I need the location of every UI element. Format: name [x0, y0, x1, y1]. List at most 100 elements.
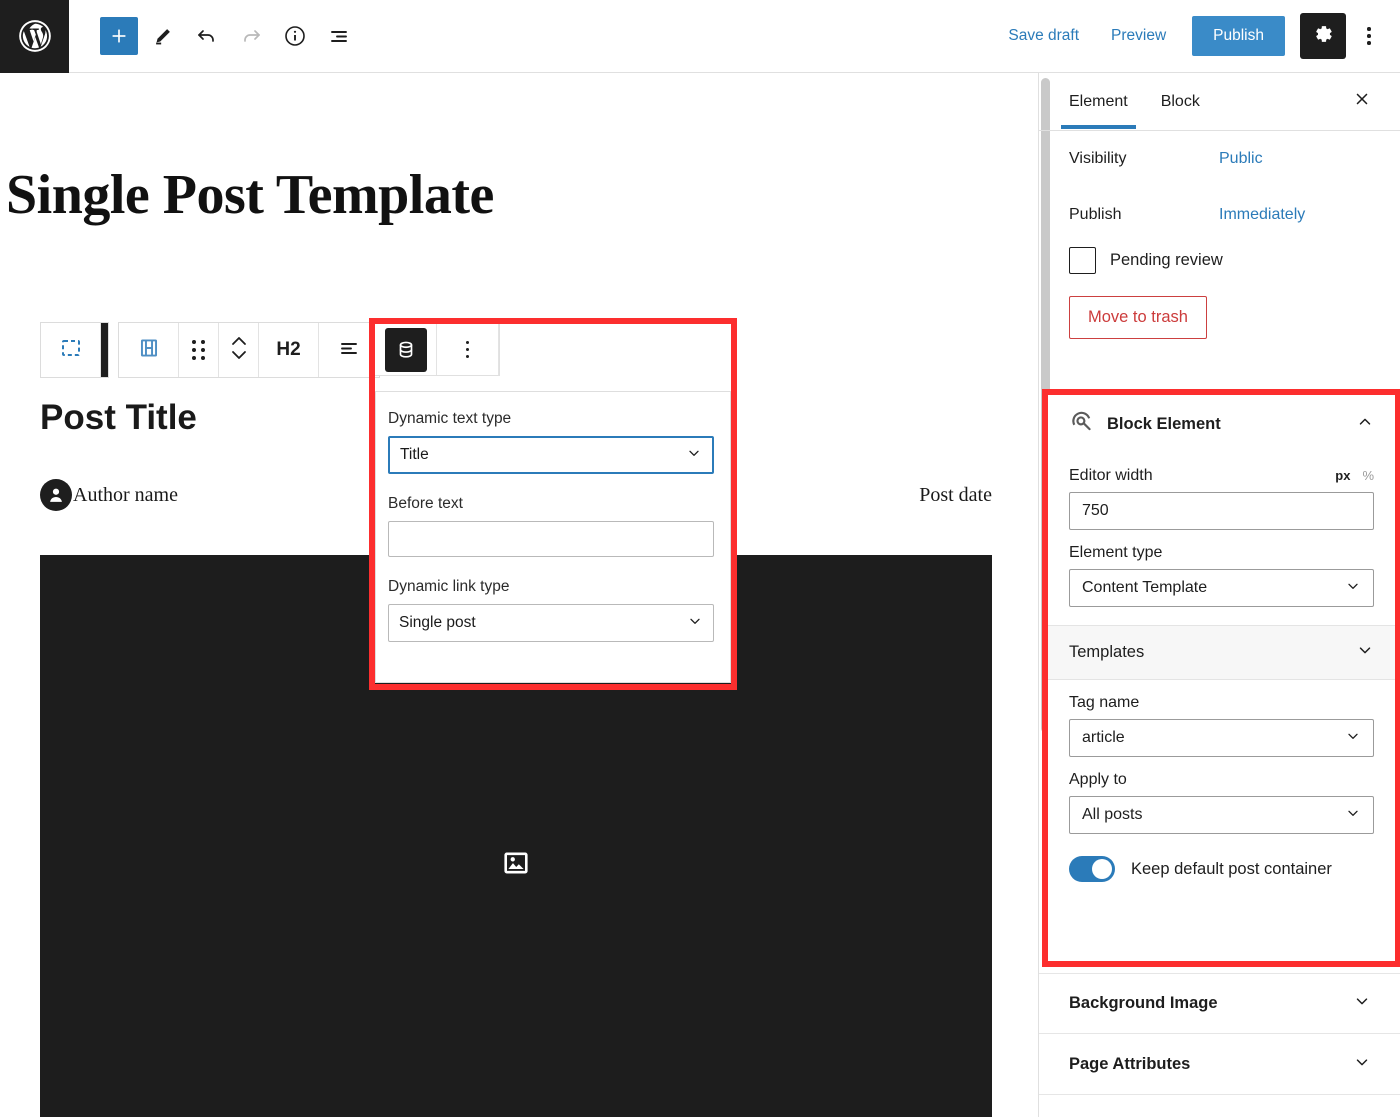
preview-button[interactable]: Preview [1095, 18, 1182, 54]
post-author: Author name [40, 479, 178, 511]
before-text-input[interactable] [388, 521, 714, 557]
settings-button[interactable] [1300, 13, 1346, 59]
pending-review-checkbox[interactable] [1069, 247, 1096, 274]
list-view-button[interactable] [320, 17, 358, 55]
top-bar-right-tools: Save draft Preview Publish [992, 13, 1400, 59]
heading-level-button[interactable]: H2 [259, 323, 319, 377]
editor-width-label: Editor width [1069, 467, 1153, 484]
info-circle-icon [283, 24, 307, 48]
unit-px-button[interactable]: px [1335, 468, 1350, 483]
editor-width-input[interactable] [1069, 492, 1374, 530]
tab-block[interactable]: Block [1161, 76, 1200, 128]
templates-label: Templates [1069, 643, 1145, 661]
plus-icon [108, 25, 130, 47]
tab-element[interactable]: Element [1061, 76, 1136, 129]
dynamic-link-type-label: Dynamic link type [388, 578, 510, 595]
before-text-label: Before text [388, 495, 463, 512]
image-placeholder-icon [503, 850, 529, 881]
toolbar-group-parent [40, 322, 109, 378]
move-up-down-icon [228, 331, 250, 370]
publish-label: Publish [1069, 206, 1122, 223]
tag-name-select[interactable]: article [1069, 719, 1374, 757]
top-bar-left-tools [69, 17, 358, 55]
sidebar-tabs: Element Block [1039, 73, 1400, 131]
gear-icon [1311, 22, 1335, 51]
chevron-down-icon [1353, 1053, 1371, 1076]
save-draft-button[interactable]: Save draft [992, 18, 1095, 54]
editor-canvas: Single Post Template H2 Post Title Autho… [0, 73, 1038, 1117]
block-element-panel: Block Element Editor width px % Element … [1048, 395, 1395, 961]
publish-row: Publish Immediately [1039, 187, 1400, 243]
select-parent-icon [59, 336, 83, 365]
visibility-value[interactable]: Public [1219, 150, 1263, 168]
background-image-label: Background Image [1069, 994, 1218, 1012]
page-attributes-accordion[interactable]: Page Attributes [1039, 1034, 1400, 1095]
tag-name-label: Tag name [1069, 694, 1140, 711]
wordpress-block-editor: Save draft Preview Publish Single Post T… [0, 0, 1400, 1117]
dynamic-link-type-select[interactable]: Single post [388, 604, 714, 642]
undo-button[interactable] [188, 17, 226, 55]
heading-h-icon [136, 335, 162, 366]
unit-toggle: px % [1335, 468, 1374, 483]
background-image-accordion[interactable]: Background Image [1039, 973, 1400, 1034]
block-toolbar: H2 [40, 322, 380, 378]
page-title[interactable]: Single Post Template [6, 163, 494, 227]
dynamic-link-type-value: Single post [399, 614, 476, 631]
templates-accordion[interactable]: Templates [1048, 625, 1395, 680]
settings-sidebar: Element Block Visibility Public Publish … [1038, 73, 1400, 1117]
generateblocks-logo-icon [1069, 409, 1095, 440]
database-icon [384, 327, 427, 372]
drag-handle-button[interactable] [179, 323, 219, 377]
block-element-panel-header[interactable]: Block Element [1069, 395, 1374, 453]
redo-button[interactable] [232, 17, 270, 55]
unit-percent-button[interactable]: % [1362, 468, 1374, 483]
move-block-button[interactable] [219, 323, 259, 377]
heading-level-label: H2 [276, 339, 301, 360]
close-sidebar-button[interactable] [1346, 86, 1378, 118]
element-type-select[interactable]: Content Template [1069, 569, 1374, 607]
chevron-down-icon [1353, 992, 1371, 1015]
more-vertical-icon [1367, 27, 1371, 45]
dynamic-more-options-button[interactable] [437, 324, 499, 375]
keep-default-post-container-toggle[interactable] [1069, 856, 1115, 882]
toolbar-group-block: H2 [118, 322, 380, 378]
element-type-label: Element type [1069, 544, 1163, 561]
more-vertical-icon [465, 340, 470, 359]
publish-value[interactable]: Immediately [1219, 206, 1305, 224]
align-text-icon [337, 336, 361, 365]
post-title-heading[interactable]: Post Title [40, 398, 197, 438]
post-date-label: Post date [919, 483, 992, 506]
wordpress-logo-button[interactable] [0, 0, 69, 73]
tools-pencil-button[interactable] [144, 17, 182, 55]
dynamic-text-type-select[interactable]: Title [388, 436, 714, 474]
add-block-button[interactable] [100, 17, 138, 55]
author-name-label: Author name [73, 483, 178, 506]
tag-name-value: article [1082, 729, 1125, 746]
chevron-down-icon [687, 613, 703, 634]
element-type-value: Content Template [1082, 579, 1208, 596]
redo-arrow-icon [239, 24, 263, 48]
editor-width-row: Editor width px % [1069, 467, 1374, 485]
block-element-panel-title: Block Element [1107, 414, 1221, 433]
chevron-down-icon [1356, 641, 1374, 664]
dynamic-data-button[interactable] [375, 324, 437, 375]
close-icon [1353, 90, 1371, 113]
details-button[interactable] [276, 17, 314, 55]
chevron-down-icon [686, 445, 702, 466]
move-to-trash-button[interactable]: Move to trash [1069, 296, 1207, 339]
more-options-button[interactable] [1352, 14, 1386, 58]
apply-to-select[interactable]: All posts [1069, 796, 1374, 834]
align-text-button[interactable] [319, 323, 379, 377]
block-type-button[interactable] [119, 323, 179, 377]
parent-indicator-bar [101, 323, 108, 377]
pending-review-label: Pending review [1110, 251, 1223, 269]
undo-arrow-icon [195, 24, 219, 48]
pending-review-row: Pending review [1039, 243, 1400, 274]
chevron-down-icon [1345, 805, 1361, 826]
select-parent-button[interactable] [41, 323, 101, 377]
apply-to-label: Apply to [1069, 771, 1127, 788]
editor-top-bar: Save draft Preview Publish [0, 0, 1400, 73]
wordpress-logo-icon [16, 17, 54, 55]
list-view-icon [327, 24, 351, 48]
publish-button[interactable]: Publish [1192, 16, 1285, 56]
